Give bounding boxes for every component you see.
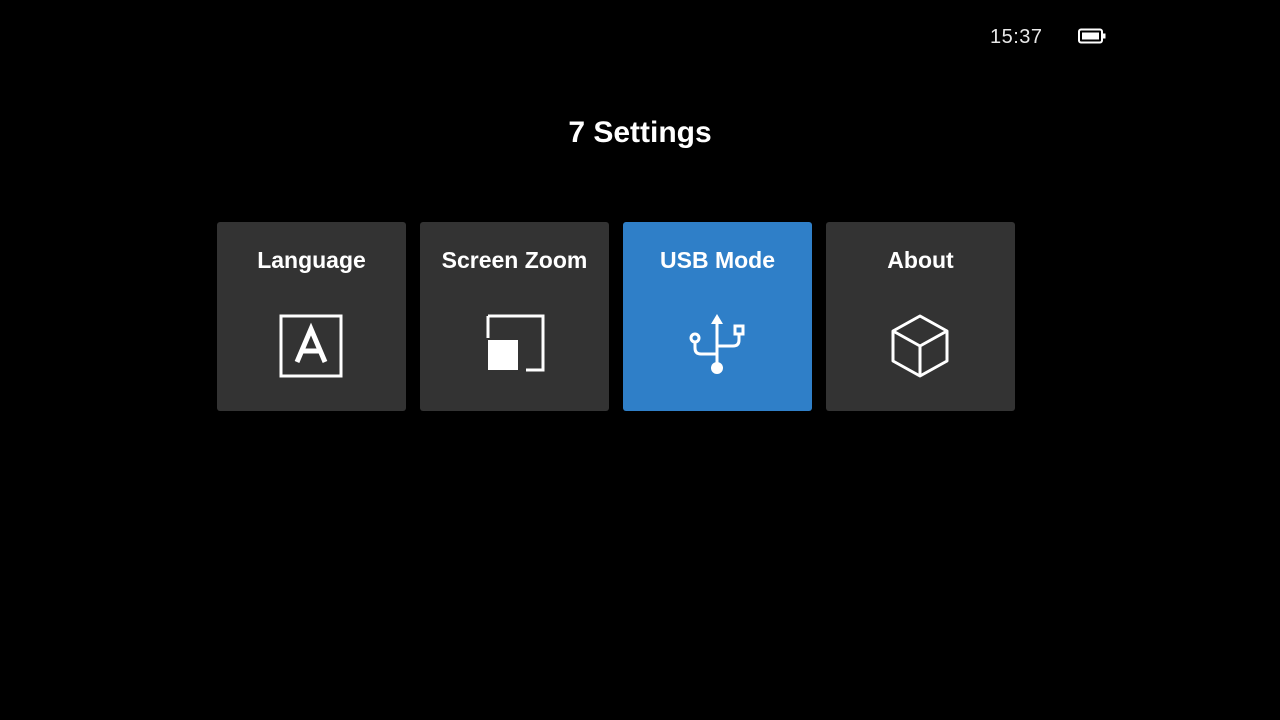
screen-zoom-icon	[478, 310, 550, 382]
usb-mode-label: USB Mode	[660, 247, 775, 273]
language-label: Language	[257, 247, 366, 273]
battery-full-icon	[1078, 28, 1106, 44]
language-tile[interactable]: Language	[217, 222, 406, 411]
usb-mode-tile[interactable]: USB Mode	[623, 222, 812, 411]
screen-zoom-tile[interactable]: Screen Zoom	[420, 222, 609, 411]
screen-zoom-label: Screen Zoom	[441, 247, 588, 273]
status-bar: 15:37	[990, 24, 1110, 50]
cube-icon	[884, 310, 956, 382]
language-letter-a-icon	[275, 310, 347, 382]
about-tile[interactable]: About	[826, 222, 1015, 411]
about-label: About	[887, 247, 954, 273]
settings-screen: 15:37 7 Settings Language Screen Zoom US…	[0, 0, 1280, 720]
settings-tiles: Language Screen Zoom USB Mode About	[217, 222, 1015, 411]
usb-icon	[681, 310, 753, 382]
clock: 15:37	[990, 25, 1043, 48]
page-title: 7 Settings	[568, 116, 712, 149]
